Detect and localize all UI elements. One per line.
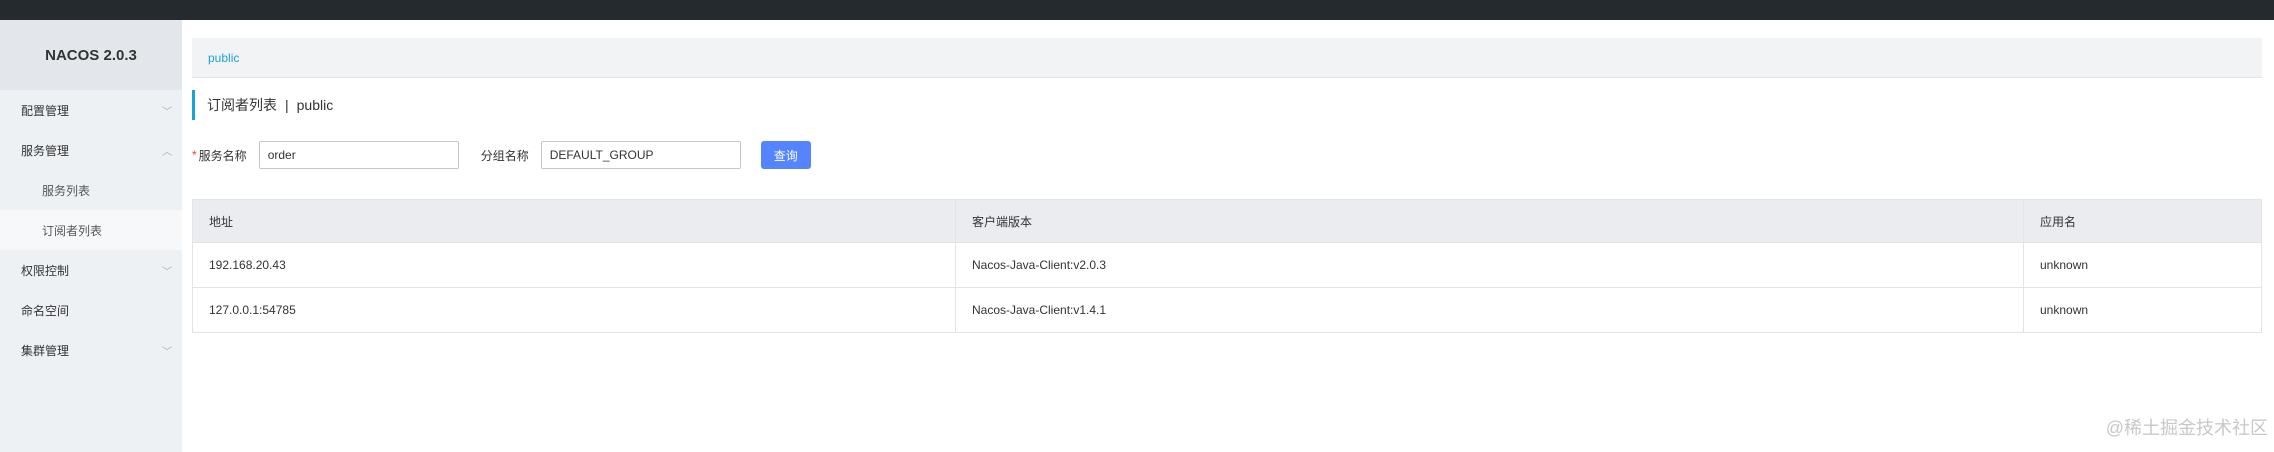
breadcrumb-namespace[interactable]: public bbox=[208, 51, 239, 65]
table-row: 192.168.20.43 Nacos-Java-Client:v2.0.3 u… bbox=[192, 242, 2262, 288]
top-bar bbox=[0, 0, 2274, 20]
query-button[interactable]: 查询 bbox=[760, 141, 811, 169]
service-name-label: 服务名称 bbox=[198, 148, 247, 163]
sidebar: NACOS 2.0.3 配置管理 ﹀ 服务管理 ︿ 服务列表 订阅者列表 权限控… bbox=[0, 20, 182, 452]
watermark: @稀土掘金技术社区 bbox=[2105, 418, 2268, 438]
main-content: public 订阅者列表 | public * 服务名称 分组名称 查询 地址 … bbox=[192, 20, 2274, 452]
group-name-input[interactable] bbox=[540, 141, 741, 169]
sidebar-item-service-list[interactable]: 服务列表 bbox=[0, 170, 182, 210]
cell-address: 192.168.20.43 bbox=[192, 242, 956, 288]
sidebar-item-label: 订阅者列表 bbox=[42, 223, 103, 238]
column-header-client-version: 客户端版本 bbox=[955, 199, 2024, 243]
chevron-down-icon: ﹀ bbox=[162, 106, 172, 118]
service-name-input[interactable] bbox=[258, 141, 459, 169]
sidebar-item-subscriber-list[interactable]: 订阅者列表 bbox=[0, 210, 182, 250]
search-form: * 服务名称 分组名称 查询 bbox=[192, 140, 811, 170]
brand-logo[interactable]: NACOS 2.0.3 bbox=[0, 20, 182, 90]
subscriber-table: 地址 客户端版本 应用名 192.168.20.43 Nacos-Java-Cl… bbox=[192, 199, 2262, 333]
sidebar-item-label: 配置管理 bbox=[21, 103, 70, 118]
cell-address: 127.0.0.1:54785 bbox=[192, 287, 956, 333]
cell-app-name: unknown bbox=[2023, 242, 2262, 288]
sidebar-item-namespace[interactable]: 命名空间 bbox=[0, 290, 182, 330]
group-name-label: 分组名称 bbox=[480, 148, 529, 163]
chevron-down-icon: ﹀ bbox=[162, 346, 172, 358]
sidebar-item-label: 命名空间 bbox=[21, 303, 70, 318]
sidebar-item-auth[interactable]: 权限控制 ﹀ bbox=[0, 250, 182, 290]
required-mark: * bbox=[192, 148, 197, 162]
chevron-up-icon: ︿ bbox=[162, 146, 172, 158]
sidebar-item-label: 服务管理 bbox=[21, 143, 70, 158]
page-title-separator: | bbox=[285, 97, 289, 113]
sidebar-item-label: 集群管理 bbox=[21, 343, 70, 358]
column-header-address: 地址 bbox=[192, 199, 956, 243]
cell-app-name: unknown bbox=[2023, 287, 2262, 333]
page-title-text: 订阅者列表 bbox=[207, 97, 277, 113]
sidebar-item-label: 服务列表 bbox=[42, 183, 91, 198]
chevron-down-icon: ﹀ bbox=[162, 266, 172, 278]
table-header-row: 地址 客户端版本 应用名 bbox=[192, 199, 2262, 243]
column-header-app-name: 应用名 bbox=[2023, 199, 2262, 243]
table-row: 127.0.0.1:54785 Nacos-Java-Client:v1.4.1… bbox=[192, 287, 2262, 333]
sidebar-item-config[interactable]: 配置管理 ﹀ bbox=[0, 90, 182, 130]
page-title: 订阅者列表 | public bbox=[192, 90, 333, 120]
sidebar-item-label: 权限控制 bbox=[21, 263, 70, 278]
cell-client-version: Nacos-Java-Client:v1.4.1 bbox=[955, 287, 2024, 333]
breadcrumb: public bbox=[192, 38, 2262, 78]
sidebar-item-service[interactable]: 服务管理 ︿ bbox=[0, 130, 182, 170]
cell-client-version: Nacos-Java-Client:v2.0.3 bbox=[955, 242, 2024, 288]
sidebar-item-cluster[interactable]: 集群管理 ﹀ bbox=[0, 330, 182, 370]
page-title-namespace: public bbox=[296, 97, 334, 113]
